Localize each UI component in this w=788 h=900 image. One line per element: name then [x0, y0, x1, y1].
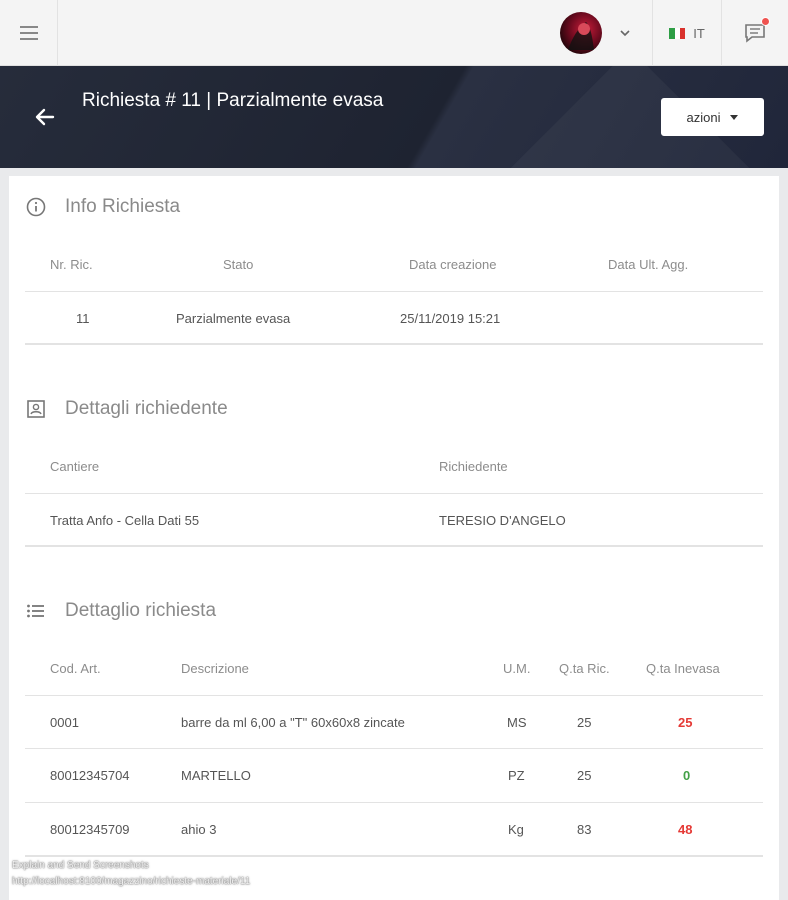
language-selector[interactable]: IT — [652, 0, 722, 66]
page-title: Richiesta # 11 | Parzialmente evasa — [82, 90, 384, 111]
request-card: Info Richiesta Nr. Ric. Stato Data creaz… — [9, 176, 779, 900]
actions-dropdown-button[interactable]: azioni — [661, 98, 764, 136]
contact-card-icon — [25, 398, 47, 420]
article-description: barre da ml 6,00 a "T" 60x60x8 zincate — [181, 715, 405, 730]
table-header-row: Nr. Ric. Stato Data creazione Data Ult. … — [25, 238, 763, 292]
request-number: 11 — [76, 311, 90, 326]
article-code: 0001 — [50, 715, 79, 730]
requested-quantity: 25 — [577, 768, 592, 783]
unit-of-measure: PZ — [508, 768, 525, 783]
column-header: Cantiere — [50, 459, 100, 474]
unit-of-measure: Kg — [508, 822, 524, 837]
column-header: U.M. — [503, 661, 531, 676]
info-section-title: Info Richiesta — [65, 196, 181, 217]
requester-section-title: Dettagli richiedente — [65, 398, 228, 419]
requested-quantity: 25 — [577, 715, 592, 730]
detail-section-header: Dettaglio richiesta — [25, 600, 216, 622]
notifications-button[interactable] — [722, 0, 788, 66]
list-icon — [25, 600, 47, 622]
pending-quantity: 48 — [678, 822, 693, 837]
chevron-down-icon[interactable] — [614, 22, 636, 44]
unit-of-measure: MS — [507, 715, 527, 730]
menu-icon[interactable] — [0, 0, 58, 66]
chat-icon — [745, 24, 765, 43]
italy-flag-icon — [669, 27, 686, 39]
language-label: IT — [693, 25, 705, 41]
table-header-row: Cod. Art. Descrizione U.M. Q.ta Ric. Q.t… — [25, 642, 763, 696]
table-row: 80012345704 MARTELLO PZ 25 0 — [25, 749, 763, 803]
back-arrow-icon[interactable] — [32, 104, 58, 130]
article-code: 80012345704 — [50, 768, 130, 783]
table-row: 11 Parzialmente evasa 25/11/2019 15:21 — [25, 292, 763, 345]
pending-quantity: 0 — [683, 768, 691, 783]
detail-section-title: Dettaglio richiesta — [65, 600, 217, 621]
requested-quantity: 83 — [577, 822, 592, 837]
requester-table: Cantiere Richiedente Tratta Anfo - Cella… — [25, 440, 763, 547]
screenshot-extension-label: Explain and Send Screenshots — [12, 860, 149, 871]
column-header: Nr. Ric. — [50, 257, 93, 272]
column-header: Q.ta Ric. — [559, 661, 610, 676]
site-name: Tratta Anfo - Cella Dati 55 — [50, 513, 200, 528]
table-row: 0001 barre da ml 6,00 a "T" 60x60x8 zinc… — [25, 696, 763, 749]
notification-badge — [761, 17, 770, 26]
column-header: Richiedente — [439, 459, 508, 474]
creation-date: 25/11/2019 15:21 — [400, 311, 501, 326]
requester-section-header: Dettagli richiedente — [25, 398, 228, 420]
article-description: ahio 3 — [181, 822, 217, 837]
table-header-row: Cantiere Richiedente — [25, 440, 763, 494]
top-bar: IT — [0, 0, 788, 66]
column-header: Stato — [223, 257, 254, 272]
info-section-header: Info Richiesta — [25, 196, 180, 218]
request-status: Parzialmente evasa — [176, 311, 291, 326]
column-header: Descrizione — [181, 661, 249, 676]
actions-label: azioni — [686, 109, 721, 125]
page-url-label: http://localhost:8100/magazzino/richiest… — [12, 876, 251, 887]
avatar[interactable] — [560, 12, 602, 54]
article-code: 80012345709 — [50, 822, 130, 837]
pending-quantity: 25 — [678, 715, 693, 730]
requester-name: TERESIO D'ANGELO — [439, 513, 566, 528]
caret-down-icon — [730, 114, 739, 120]
info-icon — [25, 196, 47, 218]
info-table: Nr. Ric. Stato Data creazione Data Ult. … — [25, 238, 763, 345]
column-header: Data Ult. Agg. — [608, 257, 689, 272]
detail-table: Cod. Art. Descrizione U.M. Q.ta Ric. Q.t… — [25, 642, 763, 857]
column-header: Data creazione — [409, 257, 497, 272]
table-row: 80012345709 ahio 3 Kg 83 48 — [25, 803, 763, 857]
column-header: Q.ta Inevasa — [646, 661, 720, 676]
page-header: Richiesta # 11 | Parzialmente evasa azio… — [0, 66, 788, 168]
table-row: Tratta Anfo - Cella Dati 55 TERESIO D'AN… — [25, 494, 763, 547]
column-header: Cod. Art. — [50, 661, 101, 676]
article-description: MARTELLO — [181, 768, 251, 783]
